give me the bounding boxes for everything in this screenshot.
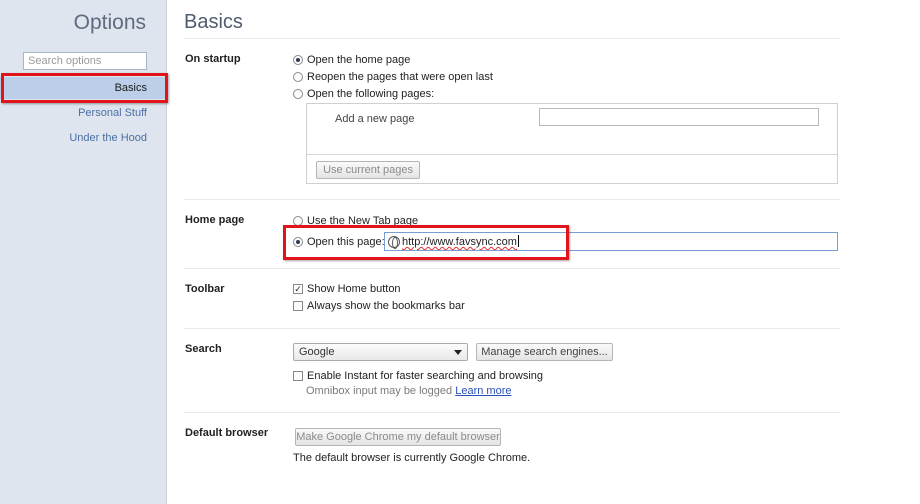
- make-default-browser-button[interactable]: Make Google Chrome my default browser: [295, 428, 501, 446]
- checkbox-icon[interactable]: [293, 301, 303, 311]
- home-page-url-input[interactable]: http://www.favsync.com: [384, 232, 838, 251]
- search-section-label: Search: [185, 343, 222, 355]
- section-divider: [184, 268, 840, 269]
- option-label: Open the home page: [307, 54, 411, 66]
- pages-box-divider: [307, 154, 837, 155]
- startup-open-following-option[interactable]: Open the following pages:: [293, 87, 434, 101]
- option-label: Reopen the pages that were open last: [307, 71, 493, 83]
- default-browser-section-label: Default browser: [185, 427, 269, 439]
- dropdown-arrow-icon: [454, 350, 462, 355]
- home-page-url-text: http://www.favsync.com: [402, 236, 517, 248]
- add-page-input[interactable]: [539, 108, 819, 126]
- section-divider: [184, 412, 840, 413]
- checkbox-checked-icon[interactable]: ✓: [293, 284, 303, 294]
- radio-selected-icon[interactable]: [293, 237, 303, 247]
- manage-search-engines-button[interactable]: Manage search engines...: [476, 343, 613, 361]
- option-label: Show Home button: [307, 283, 401, 295]
- omnibox-note-text: Omnibox input may be logged: [306, 385, 453, 397]
- startup-reopen-option[interactable]: Reopen the pages that were open last: [293, 70, 493, 84]
- add-page-label: Add a new page: [335, 113, 415, 125]
- home-new-tab-option[interactable]: Use the New Tab page: [293, 214, 418, 228]
- default-browser-status: The default browser is currently Google …: [293, 452, 531, 464]
- section-divider: [184, 328, 840, 329]
- sidebar-item-basics[interactable]: Basics: [0, 77, 167, 99]
- radio-selected-icon[interactable]: [293, 55, 303, 65]
- home-page-section-label: Home page: [185, 214, 245, 226]
- sidebar-item-personal-stuff[interactable]: Personal Stuff: [0, 102, 167, 124]
- option-label: Enable Instant for faster searching and …: [307, 370, 544, 382]
- option-label: Open this page:: [307, 236, 385, 248]
- sidebar-title: Options: [73, 11, 146, 34]
- radio-icon[interactable]: [293, 89, 303, 99]
- option-label: Use the New Tab page: [307, 215, 419, 227]
- enable-instant-option[interactable]: Enable Instant for faster searching and …: [293, 369, 543, 383]
- title-divider: [184, 38, 840, 39]
- option-label: Always show the bookmarks bar: [307, 300, 465, 312]
- omnibox-note: Omnibox input may be logged Learn more: [306, 385, 511, 397]
- option-label: Open the following pages:: [307, 88, 435, 100]
- radio-icon[interactable]: [293, 72, 303, 82]
- search-engine-value: Google: [299, 346, 335, 358]
- show-bookmarks-bar-option[interactable]: Always show the bookmarks bar: [293, 299, 465, 313]
- startup-open-home-option[interactable]: Open the home page: [293, 53, 410, 67]
- globe-icon: [388, 235, 400, 249]
- checkbox-icon[interactable]: [293, 371, 303, 381]
- search-options-input[interactable]: [23, 52, 147, 70]
- toolbar-section-label: Toolbar: [185, 283, 225, 295]
- show-home-button-option[interactable]: ✓ Show Home button: [293, 282, 401, 296]
- startup-pages-box: Add a new page Use current pages: [306, 103, 838, 184]
- learn-more-link[interactable]: Learn more: [455, 385, 511, 397]
- section-divider: [184, 199, 840, 200]
- startup-section-label: On startup: [185, 53, 241, 65]
- search-engine-select[interactable]: Google: [293, 343, 468, 361]
- use-current-pages-button[interactable]: Use current pages: [316, 161, 420, 179]
- radio-icon[interactable]: [293, 216, 303, 226]
- home-open-this-page-option[interactable]: Open this page:: [293, 235, 385, 249]
- sidebar-item-under-the-hood[interactable]: Under the Hood: [0, 127, 167, 149]
- options-sidebar: Options Basics Personal Stuff Under the …: [0, 0, 167, 504]
- page-title: Basics: [184, 11, 243, 33]
